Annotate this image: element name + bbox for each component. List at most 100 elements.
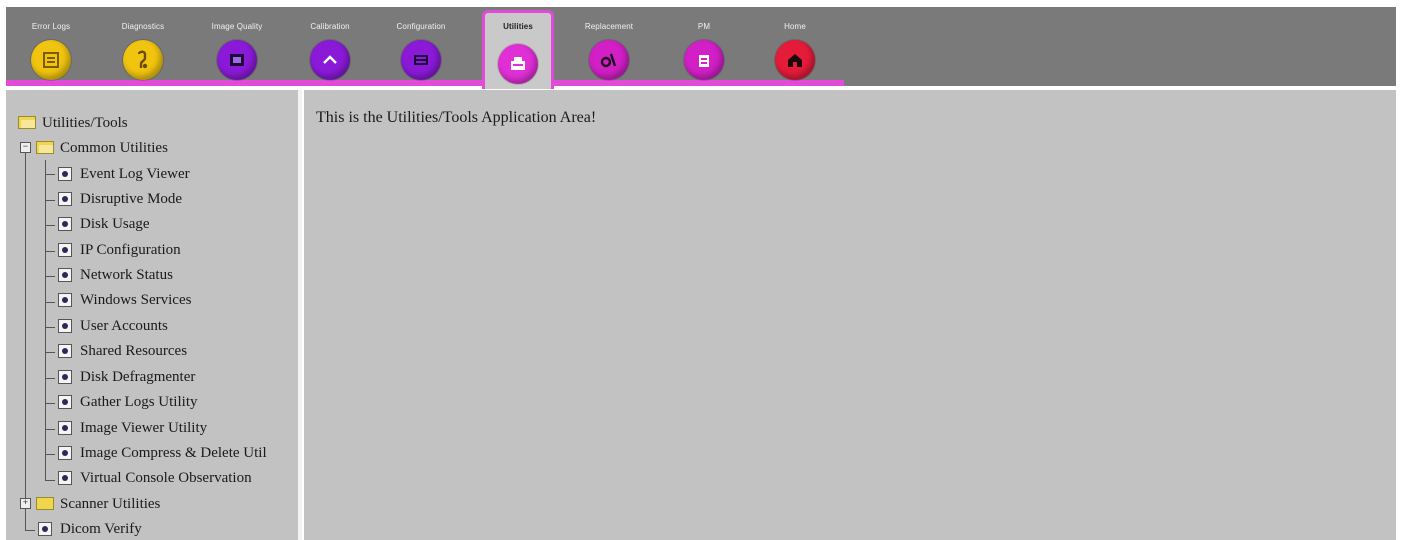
utility-app-icon <box>58 191 72 206</box>
utility-app-icon <box>58 420 72 435</box>
tree-item-label: Gather Logs Utility <box>80 394 198 410</box>
utilities-tree-panel: Utilities/Tools − Common Utilities Event… <box>6 90 302 540</box>
expand-collapse-icon[interactable]: + <box>20 498 31 509</box>
tab-diagnostics[interactable]: Diagnostics <box>98 7 188 86</box>
tree-item-event-log-viewer[interactable]: Event Log Viewer <box>58 163 190 185</box>
tree-node-label: Common Utilities <box>60 140 168 156</box>
tree-node-common-utilities[interactable]: Common Utilities <box>36 137 168 159</box>
tree-item-label: Disk Defragmenter <box>80 369 196 385</box>
tree-item-label: Image Viewer Utility <box>80 420 208 436</box>
tree-connector <box>45 225 55 226</box>
tab-label: PM <box>697 22 711 31</box>
tab-label: Configuration <box>396 22 446 31</box>
folder-icon <box>36 497 54 511</box>
utility-app-icon <box>58 445 72 460</box>
tab-label: Calibration <box>310 22 350 31</box>
tab-calibration[interactable]: Calibration <box>285 7 375 86</box>
utility-app-icon <box>58 318 72 333</box>
tree-connector <box>45 429 55 430</box>
tree-item-label: Disruptive Mode <box>80 191 183 207</box>
tree-connector <box>45 378 55 379</box>
tree-item-user-accounts[interactable]: User Accounts <box>58 315 168 337</box>
tree-connector <box>25 150 26 530</box>
tree-item-disk-defragmenter[interactable]: Disk Defragmenter <box>58 366 195 388</box>
tree-connector <box>45 160 46 480</box>
tree-item-label: Disk Usage <box>80 216 150 232</box>
tree-item-label: Dicom Verify <box>60 521 142 537</box>
tab-image-quality[interactable]: Image Quality <box>192 7 282 86</box>
tree-item-label: Windows Services <box>80 292 192 308</box>
utility-app-icon <box>38 521 52 536</box>
utility-app-icon <box>58 394 72 409</box>
tree-item-label: Virtual Console Observation <box>80 470 252 486</box>
tree-root[interactable]: Utilities/Tools <box>18 112 128 134</box>
tree-connector <box>45 403 55 404</box>
tab-label: Home <box>784 22 806 31</box>
tab-replacement[interactable]: Replacement <box>564 7 654 86</box>
open-folder-icon <box>18 116 36 130</box>
home-icon <box>775 40 815 80</box>
error-logs-icon <box>31 40 71 80</box>
tree-item-label: Shared Resources <box>80 343 188 359</box>
tree-item-label: Image Compress & Delete Util <box>80 445 267 461</box>
tab-label: Image Quality <box>211 22 263 31</box>
tree-connector <box>45 174 55 175</box>
tree-connector <box>25 530 35 531</box>
tree-item-ip-configuration[interactable]: IP Configuration <box>58 239 181 261</box>
tab-label: Utilities <box>503 22 533 31</box>
tree-connector <box>45 454 55 455</box>
tree-connector <box>45 480 55 481</box>
calibration-icon <box>310 40 350 80</box>
utility-app-icon <box>58 166 72 181</box>
tree-connector <box>45 200 55 201</box>
tab-label: Replacement <box>584 22 634 31</box>
utility-app-icon <box>58 267 72 282</box>
open-folder-icon <box>36 141 54 155</box>
tree-node-label: Scanner Utilities <box>60 496 161 512</box>
tree-connector <box>45 302 55 303</box>
tree-item-disruptive-mode[interactable]: Disruptive Mode <box>58 188 182 210</box>
utility-app-icon <box>58 369 72 384</box>
utility-app-icon <box>58 343 72 358</box>
tab-label: Error Logs <box>31 22 71 31</box>
tree-item-label: User Accounts <box>80 318 168 334</box>
tree-connector <box>45 251 55 252</box>
image-quality-icon <box>217 40 257 80</box>
tree-connector <box>45 327 55 328</box>
tree-item-gather-logs-utility[interactable]: Gather Logs Utility <box>58 391 197 413</box>
replacement-icon <box>589 40 629 80</box>
pm-icon <box>684 40 724 80</box>
configuration-icon <box>401 40 441 80</box>
tree-item-label: IP Configuration <box>80 242 181 258</box>
tab-configuration[interactable]: Configuration <box>376 7 466 86</box>
tree-node-scanner-utilities[interactable]: Scanner Utilities <box>36 493 160 515</box>
diagnostics-icon <box>123 40 163 80</box>
tree-item-shared-resources[interactable]: Shared Resources <box>58 340 187 362</box>
tab-home[interactable]: Home <box>750 7 840 86</box>
tab-utilities[interactable]: Utilities <box>482 10 554 89</box>
tree-item-label: Network Status <box>80 267 173 283</box>
tree-item-dicom-verify[interactable]: Dicom Verify <box>38 518 142 540</box>
utility-app-icon <box>58 216 72 231</box>
utilities-icon <box>498 44 538 84</box>
utility-app-icon <box>58 292 72 307</box>
tree-item-network-status[interactable]: Network Status <box>58 264 173 286</box>
tree-root-label: Utilities/Tools <box>42 115 128 131</box>
tab-label: Diagnostics <box>121 22 165 31</box>
application-area-message: This is the Utilities/Tools Application … <box>316 109 597 126</box>
utility-app-icon <box>58 470 72 485</box>
tree-item-virtual-console-observation[interactable]: Virtual Console Observation <box>58 467 252 489</box>
application-area: This is the Utilities/Tools Application … <box>304 90 1396 540</box>
tree-item-image-viewer-utility[interactable]: Image Viewer Utility <box>58 417 207 439</box>
utility-app-icon <box>58 242 72 257</box>
toolbar-tabs: Error Logs Diagnostics Image Quality Cal… <box>6 7 1396 89</box>
tree-item-image-compress-delete-util[interactable]: Image Compress & Delete Util <box>58 442 267 464</box>
tab-pm[interactable]: PM <box>659 7 749 86</box>
tree-item-disk-usage[interactable]: Disk Usage <box>58 213 150 235</box>
tree-connector <box>45 352 55 353</box>
expand-collapse-icon[interactable]: − <box>20 142 31 153</box>
tab-error-logs[interactable]: Error Logs <box>6 7 96 86</box>
tree-connector <box>45 276 55 277</box>
tree-item-label: Event Log Viewer <box>80 166 190 182</box>
tree-item-windows-services[interactable]: Windows Services <box>58 289 191 311</box>
